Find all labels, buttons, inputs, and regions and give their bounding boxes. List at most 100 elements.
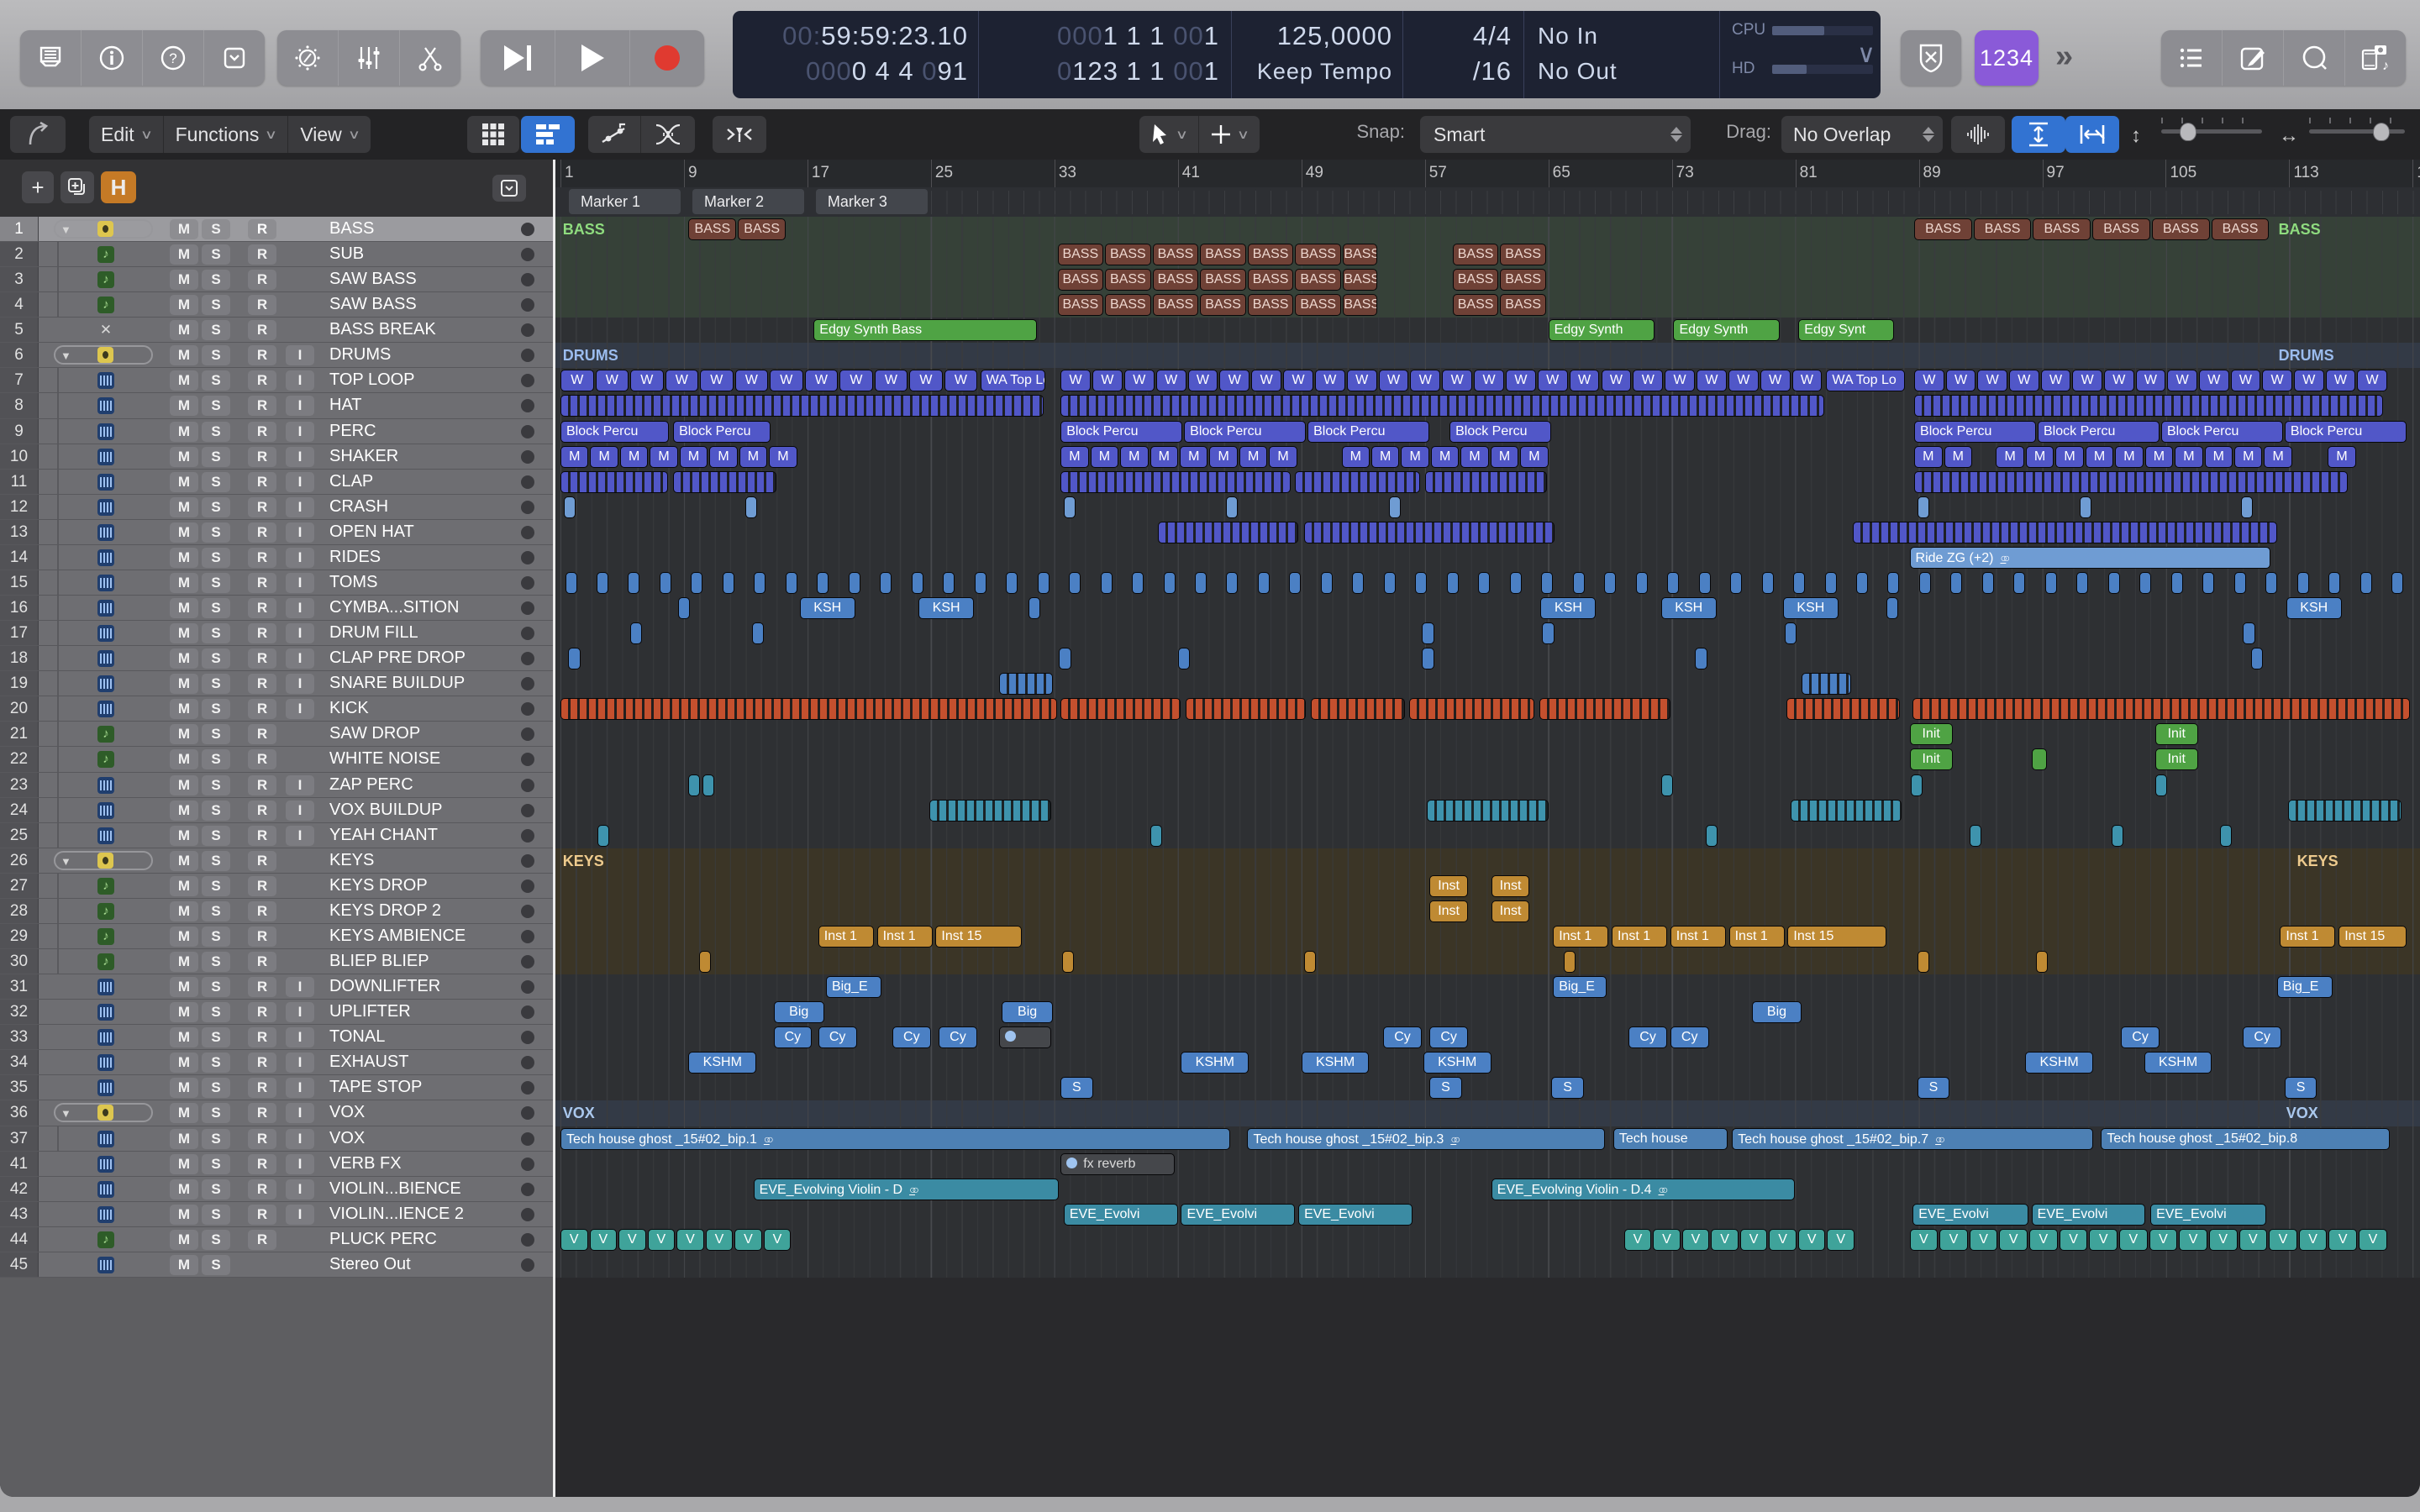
solo-button[interactable]: S bbox=[202, 774, 230, 795]
track-row-saw-bass[interactable]: 4 ♪ M S R SAW BASS bbox=[0, 292, 553, 318]
duplicate-track-button[interactable] bbox=[60, 171, 94, 203]
input-monitor-button[interactable]: I bbox=[286, 1153, 314, 1174]
input-monitor-button[interactable]: I bbox=[286, 699, 314, 720]
record-enable-button[interactable]: R bbox=[248, 270, 276, 291]
bar-ruler[interactable]: 1 9 17 25 33 41 49 57 65 73 81 89 97 105 113 121 bbox=[555, 160, 2420, 188]
mute-button[interactable]: M bbox=[170, 900, 198, 921]
region-bass[interactable]: BASS bbox=[688, 218, 737, 240]
track-row-snare-buildup[interactable]: 19 M S R I SNARE BUILDUP bbox=[0, 671, 553, 697]
track-name[interactable]: VIOLIN...BIENCE bbox=[329, 1177, 461, 1201]
region-m[interactable]: M bbox=[1239, 445, 1268, 468]
region-bass[interactable]: BASS bbox=[1343, 269, 1377, 291]
track-name[interactable]: HAT bbox=[329, 393, 362, 417]
input-monitor-button[interactable]: I bbox=[286, 345, 314, 366]
region-inst-1[interactable]: Inst 1 bbox=[1611, 925, 1667, 948]
track-name[interactable]: WHITE NOISE bbox=[329, 747, 440, 771]
track-name[interactable]: SAW BASS bbox=[329, 292, 417, 317]
region-w[interactable]: W bbox=[2198, 370, 2229, 392]
region-m[interactable]: M bbox=[2115, 445, 2144, 468]
mute-button[interactable]: M bbox=[170, 977, 198, 998]
region-block-percu[interactable]: Block Percu bbox=[2284, 420, 2407, 443]
solo-button[interactable]: S bbox=[202, 977, 230, 998]
region-v[interactable]: V bbox=[676, 1228, 704, 1251]
region-tick[interactable] bbox=[1706, 824, 1718, 847]
marker[interactable]: Marker 2 bbox=[692, 189, 804, 214]
solo-button[interactable]: S bbox=[202, 496, 230, 517]
region-ksh[interactable]: KSH bbox=[799, 597, 855, 620]
region-bass[interactable]: BASS bbox=[1152, 294, 1199, 317]
region-m[interactable]: M bbox=[1341, 445, 1370, 468]
mute-button[interactable]: M bbox=[170, 219, 198, 239]
region-cy[interactable]: Cy bbox=[818, 1026, 857, 1049]
region-tick[interactable] bbox=[2112, 824, 2124, 847]
region-tick[interactable] bbox=[1177, 648, 1191, 670]
region-tick[interactable] bbox=[1970, 824, 1982, 847]
record-enable-button[interactable]: R bbox=[248, 749, 276, 770]
record-enable-button[interactable]: R bbox=[248, 774, 276, 795]
disclosure-triangle-icon[interactable]: ▼ bbox=[60, 855, 71, 868]
region-tick[interactable] bbox=[1028, 597, 1040, 620]
region[interactable] bbox=[998, 673, 1053, 696]
region-block-percu[interactable]: Block Percu bbox=[2160, 420, 2283, 443]
region-m[interactable]: M bbox=[739, 445, 768, 468]
region-w[interactable]: W bbox=[595, 370, 629, 392]
region-w[interactable]: W bbox=[1760, 370, 1791, 392]
region-tick[interactable] bbox=[1289, 571, 1302, 594]
note-pads-button[interactable] bbox=[2223, 30, 2284, 86]
solo-button[interactable]: S bbox=[202, 572, 230, 593]
go-to-beginning-button[interactable] bbox=[481, 30, 555, 86]
mute-button[interactable]: M bbox=[170, 547, 198, 568]
region-eve-evolvi[interactable]: EVE_Evolvi bbox=[1181, 1203, 1296, 1226]
region-v[interactable]: V bbox=[2119, 1228, 2148, 1251]
region-bass[interactable]: BASS bbox=[1295, 244, 1341, 266]
track-name[interactable]: TAPE STOP bbox=[329, 1075, 422, 1100]
region-v[interactable]: V bbox=[2029, 1228, 2058, 1251]
record-enable-button[interactable]: R bbox=[248, 977, 276, 998]
region-tick[interactable] bbox=[2328, 571, 2341, 594]
track-name[interactable]: CLAP PRE DROP bbox=[329, 646, 466, 670]
region-bass[interactable]: BASS bbox=[1152, 269, 1199, 291]
track-name[interactable]: DRUMS bbox=[329, 343, 391, 367]
region-bass[interactable]: BASS bbox=[1200, 294, 1246, 317]
mute-button[interactable]: M bbox=[170, 648, 198, 669]
region-m[interactable]: M bbox=[1150, 445, 1178, 468]
track-row-downlifter[interactable]: 31 M S R I DOWNLIFTER bbox=[0, 974, 553, 1000]
region-bass[interactable]: BASS bbox=[738, 218, 786, 240]
region-inst-15[interactable]: Inst 15 bbox=[935, 925, 1023, 948]
input-monitor-button[interactable]: I bbox=[286, 674, 314, 695]
track-row-clap[interactable]: 11 M S R I CLAP bbox=[0, 469, 553, 495]
track-row-bass-break[interactable]: 5 ✕ M S R BASS BREAK bbox=[0, 318, 553, 344]
track-name[interactable]: EXHAUST bbox=[329, 1050, 408, 1074]
track-row-pluck-perc[interactable]: 44 ♪ M S R PLUCK PERC bbox=[0, 1226, 553, 1252]
mute-button[interactable]: M bbox=[170, 1027, 198, 1048]
region-m[interactable]: M bbox=[1180, 445, 1208, 468]
disclosure-triangle-icon[interactable]: ▼ bbox=[60, 1107, 71, 1120]
input-monitor-button[interactable]: I bbox=[286, 1179, 314, 1200]
region-w[interactable]: W bbox=[2293, 370, 2324, 392]
region-w[interactable]: W bbox=[2104, 370, 2134, 392]
track-name[interactable]: ZAP PERC bbox=[329, 773, 413, 797]
solo-button[interactable]: S bbox=[202, 1153, 230, 1174]
region-inst-1[interactable]: Inst 1 bbox=[818, 925, 874, 948]
automation-button[interactable] bbox=[588, 116, 641, 153]
track-name[interactable]: TONAL bbox=[329, 1025, 385, 1049]
region-w[interactable]: W bbox=[770, 370, 803, 392]
region-bass[interactable]: BASS bbox=[1500, 294, 1546, 317]
region-wa-top-lo[interactable]: WA Top Lo bbox=[980, 370, 1045, 392]
track-name[interactable]: SAW BASS bbox=[329, 267, 417, 291]
region-tick[interactable] bbox=[1225, 496, 1238, 518]
region-inst-1[interactable]: Inst 1 bbox=[1728, 925, 1785, 948]
solo-button[interactable]: S bbox=[202, 623, 230, 644]
track-name[interactable]: TOMS bbox=[329, 570, 377, 595]
track-name[interactable]: SUB bbox=[329, 242, 364, 266]
region-tick[interactable] bbox=[1415, 571, 1428, 594]
track-name[interactable]: VERB FX bbox=[329, 1152, 402, 1176]
command-click-tool-menu[interactable]: ∨ bbox=[1199, 116, 1260, 153]
input-monitor-button[interactable]: I bbox=[286, 1078, 314, 1099]
lcd-display[interactable]: 00:59:59:23.10 0000 4 4 091 0001 1 1 001… bbox=[733, 11, 1881, 98]
region-cy[interactable]: Cy bbox=[939, 1026, 977, 1049]
region-m[interactable]: M bbox=[2144, 445, 2174, 468]
region-block-percu[interactable]: Block Percu bbox=[673, 420, 771, 443]
region-v[interactable]: V bbox=[589, 1228, 618, 1251]
track-row-yeah-chant[interactable]: 25 M S R I YEAH CHANT bbox=[0, 822, 553, 848]
